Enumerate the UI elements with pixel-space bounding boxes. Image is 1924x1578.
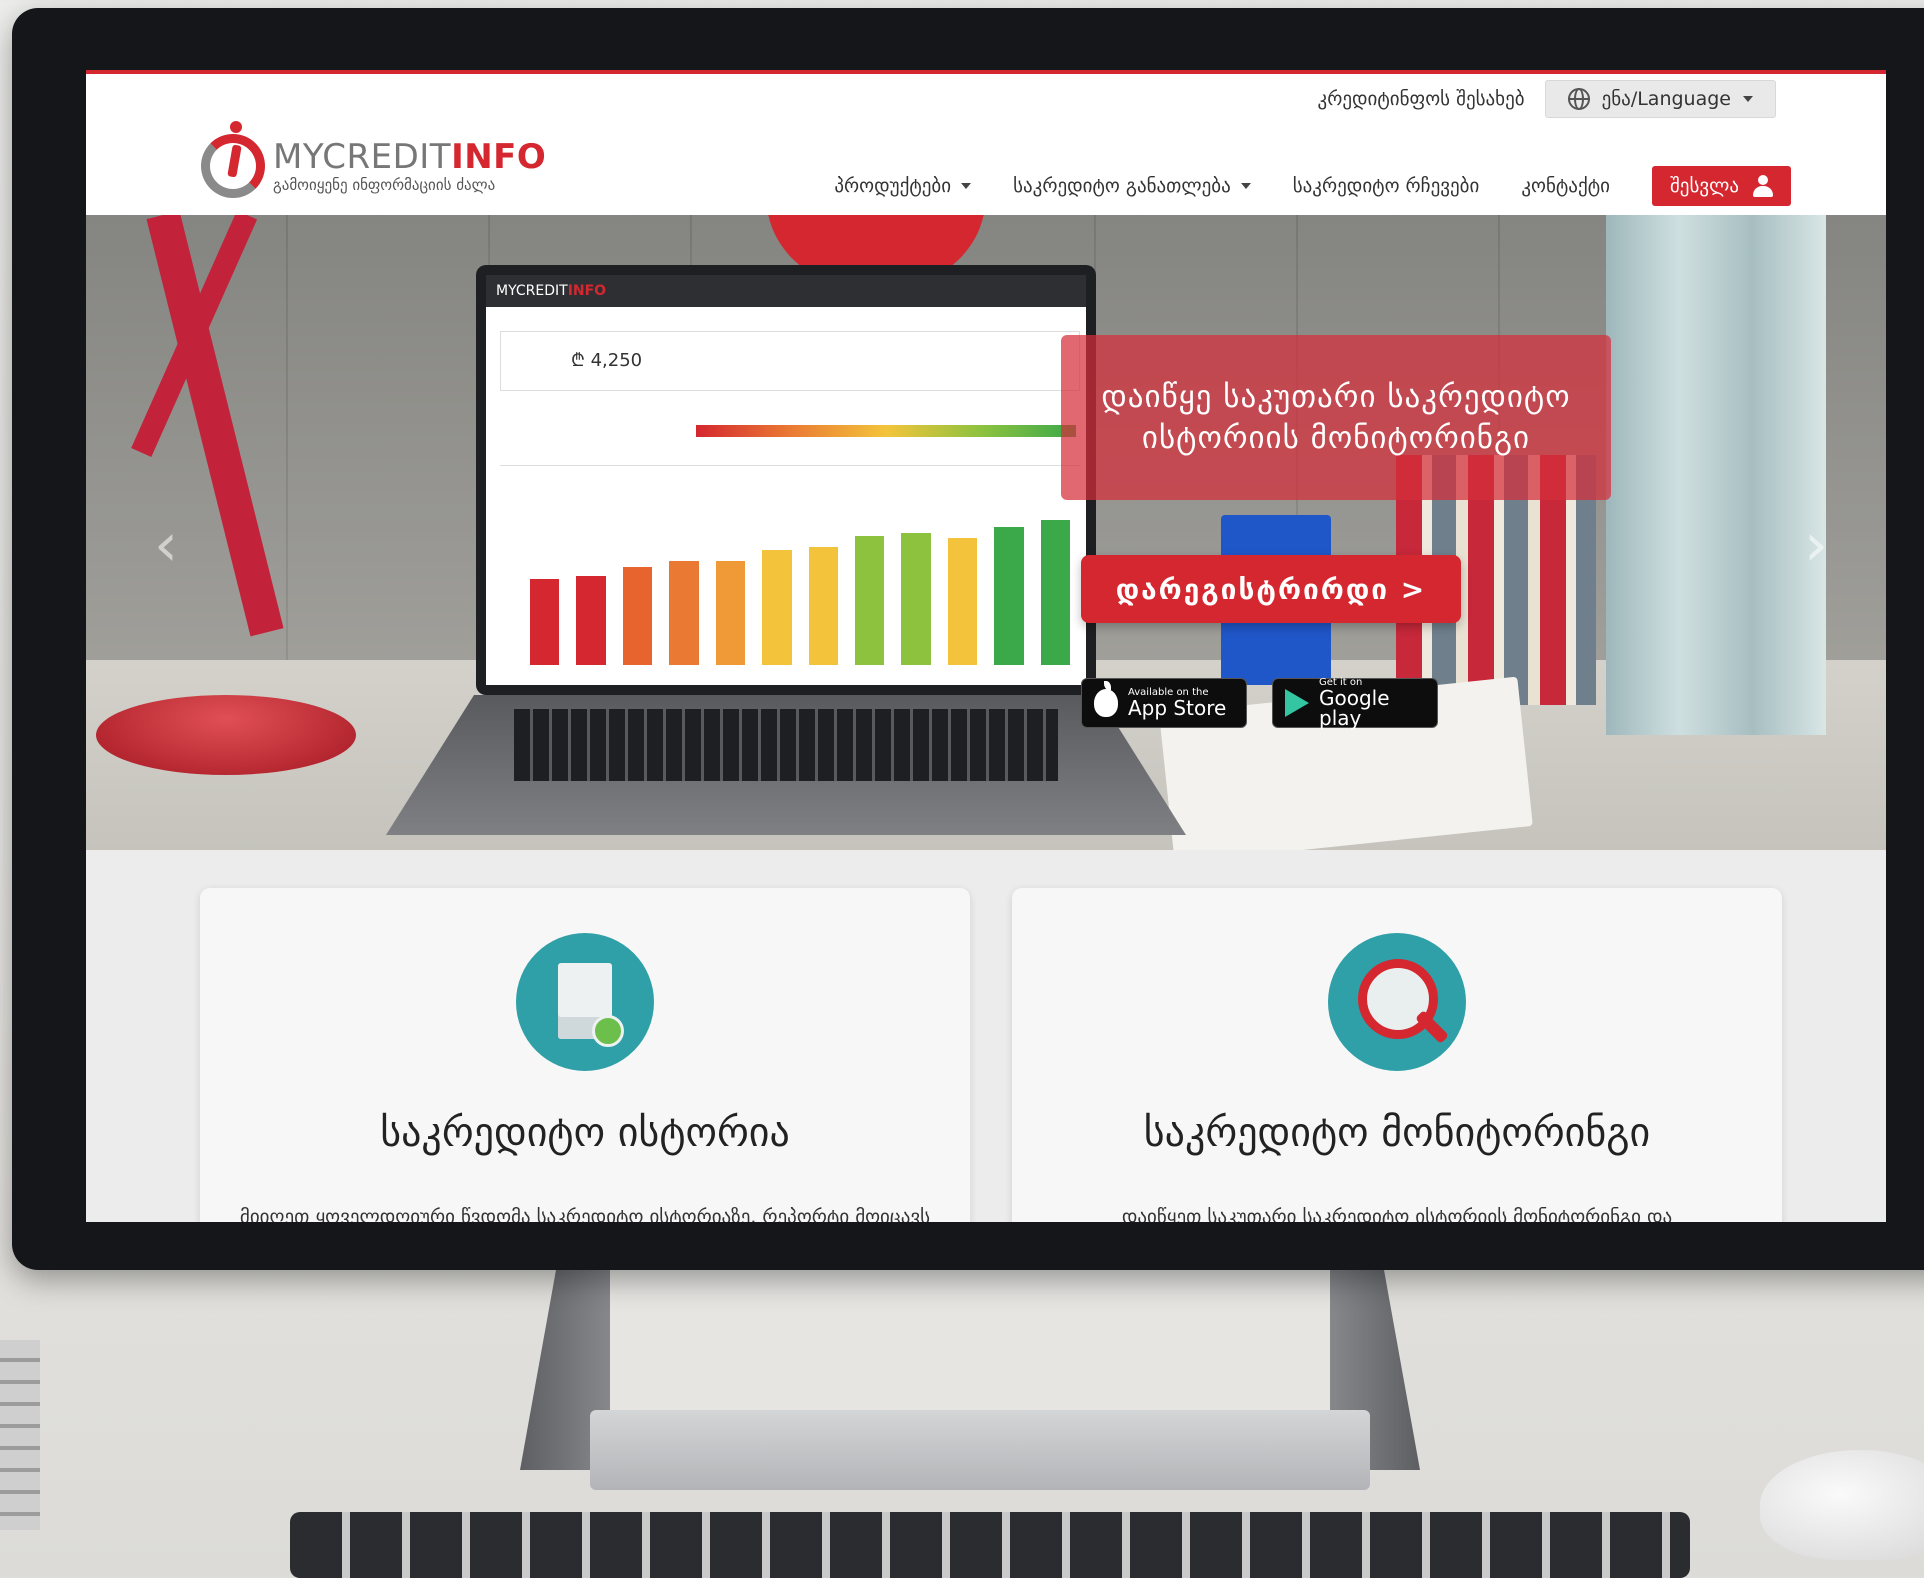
laptop-chart-bar	[808, 546, 838, 665]
laptop-chart-bar	[622, 566, 653, 665]
hero-banner-line2: ისტორიის მონიტორინგი	[1141, 419, 1531, 456]
card-title: საკრედიტო ისტორია	[380, 1110, 790, 1156]
logo-name-part2: INFO	[451, 136, 547, 177]
nav-item-contact[interactable]: კონტაქტი	[1521, 175, 1610, 197]
desk-books	[0, 1340, 40, 1530]
app-store-big-text: App Store	[1128, 696, 1227, 720]
nav-item-label: კონტაქტი	[1521, 175, 1610, 197]
app-store-text: Available on the App Store	[1128, 688, 1227, 720]
laptop-chart	[500, 465, 1080, 685]
chevron-down-icon	[961, 183, 972, 189]
laptop-logo-part1: MYCREDIT	[496, 283, 568, 299]
laptop-chart-bar	[669, 561, 699, 665]
hero-curtain	[1606, 215, 1826, 735]
language-label: ენა/Language	[1601, 88, 1731, 110]
keyboard	[290, 1512, 1690, 1578]
hero-banner: დაიწყე საკუთარი საკრედიტო ისტორიის მონიტო…	[1061, 335, 1611, 500]
laptop-chart-bar	[901, 532, 931, 665]
nav-item-products[interactable]: პროდუქტები	[834, 175, 972, 197]
card-text: მიიღეთ ყოველდღიური წვდომა საკრედიტო ისტო…	[239, 1206, 931, 1222]
language-dropdown[interactable]: ენა/Language	[1544, 80, 1776, 118]
top-bar: კრედიტინფოს შესახებ ენა/Language	[1318, 80, 1776, 118]
laptop-chart-bar	[1040, 520, 1071, 665]
laptop-logo-part2: INFO	[567, 283, 607, 299]
nav-item-credit-education[interactable]: საკრედიტო განათლება	[1013, 175, 1251, 197]
card-title: საკრედიტო მონიტორინგი	[1143, 1110, 1651, 1156]
logo-name-part1: MYCREDIT	[273, 136, 452, 177]
register-button[interactable]: დარეგისტრირდი >	[1081, 555, 1461, 623]
laptop-chart-bar	[854, 536, 885, 665]
search-person-icon	[1328, 933, 1466, 1071]
logo-text: MYCREDITINFO გამოიყენე ინფორმაციის ძალა	[273, 140, 546, 193]
hero-banner-line1: დაიწყე საკუთარი საკრედიტო	[1101, 379, 1571, 416]
laptop-score-box: ₾ 4,250	[500, 331, 1080, 391]
laptop-chart-bar	[762, 550, 792, 665]
laptop-chart-bar	[947, 537, 978, 665]
login-label: შესვლა	[1669, 175, 1739, 197]
laptop-base	[386, 695, 1186, 835]
login-button[interactable]: შესვლა	[1651, 166, 1791, 206]
nav-item-label: პროდუქტები	[834, 175, 952, 197]
app-store-badge[interactable]: Available on the App Store	[1081, 678, 1247, 728]
mouse	[1760, 1450, 1924, 1560]
card-text: დაიწყეთ საკუთარი საკრედიტო ისტორიის მონი…	[1121, 1206, 1673, 1222]
about-creditinfo-link[interactable]: კრედიტინფოს შესახებ	[1318, 88, 1525, 110]
nav-item-label: საკრედიტო რჩევები	[1292, 175, 1480, 197]
logo-icon	[201, 121, 265, 198]
nav-item-label: საკრედიტო განათლება	[1013, 175, 1231, 197]
card-credit-history[interactable]: საკრედიტო ისტორია მიიღეთ ყოველდღიური წვდ…	[200, 888, 970, 1222]
laptop-chart-bar	[576, 575, 606, 665]
chevron-down-icon	[1240, 183, 1251, 189]
hero-lamp-base	[96, 695, 356, 775]
carousel-prev-arrow-icon[interactable]: ‹	[146, 510, 186, 580]
chevron-down-icon	[1743, 96, 1753, 102]
google-play-badge[interactable]: Get it on Google play	[1272, 678, 1438, 728]
laptop-chart-bars	[530, 486, 1071, 665]
globe-icon	[1567, 88, 1590, 110]
laptop-dashboard: MYCREDITINFO ₾ 4,250	[486, 275, 1086, 685]
site-logo[interactable]: MYCREDITINFO გამოიყენე ინფორმაციის ძალა	[201, 121, 546, 198]
monitor-bezel: კრედიტინფოს შესახებ ენა/Language MYCREDI…	[12, 8, 1924, 1270]
site-header: კრედიტინფოს შესახებ ენა/Language MYCREDI…	[86, 70, 1886, 215]
laptop-nav: MYCREDITINFO	[486, 275, 1086, 307]
laptop-chart-bar	[530, 579, 560, 665]
laptop-chart-bar	[715, 561, 746, 665]
logo-tagline: გამოიყენე ინფორმაციის ძალა	[273, 175, 496, 194]
google-play-text: Get it on Google play	[1319, 678, 1425, 730]
laptop-score-value: ₾ 4,250	[571, 350, 643, 371]
website-screen: კრედიტინფოს შესახებ ენა/Language MYCREDI…	[86, 70, 1886, 1222]
monitor-stand-base	[590, 1410, 1370, 1490]
logo-name: MYCREDITINFO	[273, 140, 546, 174]
hero-carousel: MYCREDITINFO ₾ 4,250 დაიწყე საკუთარი საკ…	[86, 215, 1886, 850]
user-icon	[1753, 175, 1773, 197]
hero-banner-text: დაიწყე საკუთარი საკრედიტო ისტორიის მონიტო…	[1101, 377, 1570, 458]
feature-cards: საკრედიტო ისტორია მიიღეთ ყოველდღიური წვდ…	[86, 850, 1886, 1222]
laptop-chart-bar	[994, 527, 1024, 665]
carousel-next-arrow-icon[interactable]: ›	[1796, 510, 1836, 580]
laptop-screen: MYCREDITINFO ₾ 4,250	[476, 265, 1096, 695]
google-play-icon	[1285, 689, 1309, 717]
card-credit-monitoring[interactable]: საკრედიტო მონიტორინგი დაიწყეთ საკუთარი ს…	[1012, 888, 1782, 1222]
laptop-score-bar	[696, 425, 1076, 437]
apple-icon	[1094, 681, 1118, 717]
laptop-logo: MYCREDITINFO	[496, 283, 606, 299]
main-nav: პროდუქტები საკრედიტო განათლება საკრედიტო…	[834, 166, 1791, 206]
google-play-big-text: Google play	[1319, 686, 1390, 730]
nav-item-credit-advice[interactable]: საკრედიტო რჩევები	[1293, 175, 1480, 197]
document-check-icon	[516, 933, 654, 1071]
